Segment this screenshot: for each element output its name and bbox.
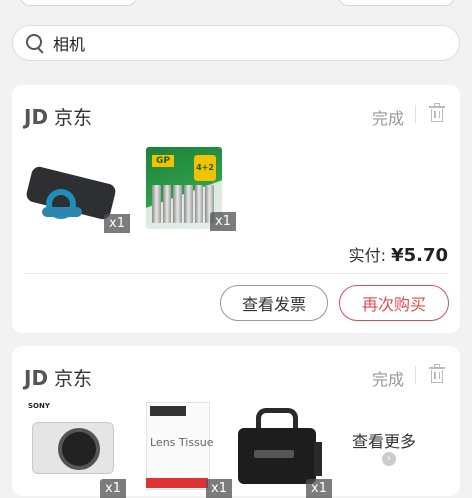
lens-tissue-label: Lens Tissue	[150, 436, 214, 449]
jd-logo: JD	[24, 365, 49, 390]
shop-header[interactable]: JD 京东	[24, 364, 92, 391]
quantity-badge: x1	[100, 479, 126, 498]
product-camera-bag[interactable]: x1	[234, 402, 332, 498]
quantity-badge: x1	[306, 479, 332, 498]
product-gp-batteries[interactable]: GP 4+2 x1	[136, 145, 236, 231]
view-invoice-button[interactable]: 查看发票	[220, 285, 328, 321]
camera-brand: SONY	[28, 402, 50, 410]
product-phone-stand[interactable]: x1	[24, 147, 130, 233]
quantity-badge: x1	[104, 214, 130, 233]
divider	[415, 105, 416, 123]
buy-again-button[interactable]: 再次购买	[339, 285, 449, 321]
shop-header[interactable]: JD 京东	[24, 103, 92, 130]
divider	[415, 366, 416, 384]
trash-icon[interactable]	[428, 103, 446, 123]
order-total: 实付: ¥5.70	[349, 242, 448, 266]
top-filter-pill-right[interactable]	[338, 0, 455, 6]
product-sony-camera[interactable]: SONY x1	[26, 402, 126, 498]
order-status: 完成	[371, 370, 404, 389]
shop-name: 京东	[54, 107, 93, 129]
total-amount: ¥5.70	[391, 245, 448, 266]
trash-icon[interactable]	[428, 364, 446, 384]
view-more-link[interactable]: 查看更多	[352, 428, 416, 452]
product-lens-tissue[interactable]: Lens Tissue x1	[124, 402, 232, 498]
promo-badge: 4+2	[194, 155, 216, 181]
search-bar[interactable]	[12, 25, 460, 61]
search-input[interactable]	[51, 32, 435, 54]
divider	[24, 273, 448, 274]
order-status: 完成	[371, 109, 404, 128]
quantity-badge: x1	[210, 212, 236, 231]
shop-name: 京东	[54, 368, 93, 390]
jd-logo: JD	[24, 104, 49, 129]
order-card: JD 京东 完成 x1 GP 4+2 x1 实付: ¥5.70 查看发票 再次购…	[12, 85, 460, 333]
order-card: JD 京东 完成 SONY x1 Lens Tissue x1 x1 查看更多 …	[12, 346, 460, 498]
top-filter-pill-left[interactable]	[20, 0, 137, 6]
chevron-right-icon[interactable]: ›	[382, 452, 396, 466]
gp-logo: GP	[152, 155, 174, 167]
total-label: 实付:	[348, 246, 386, 265]
quantity-badge: x1	[206, 479, 232, 498]
search-icon	[25, 33, 45, 54]
